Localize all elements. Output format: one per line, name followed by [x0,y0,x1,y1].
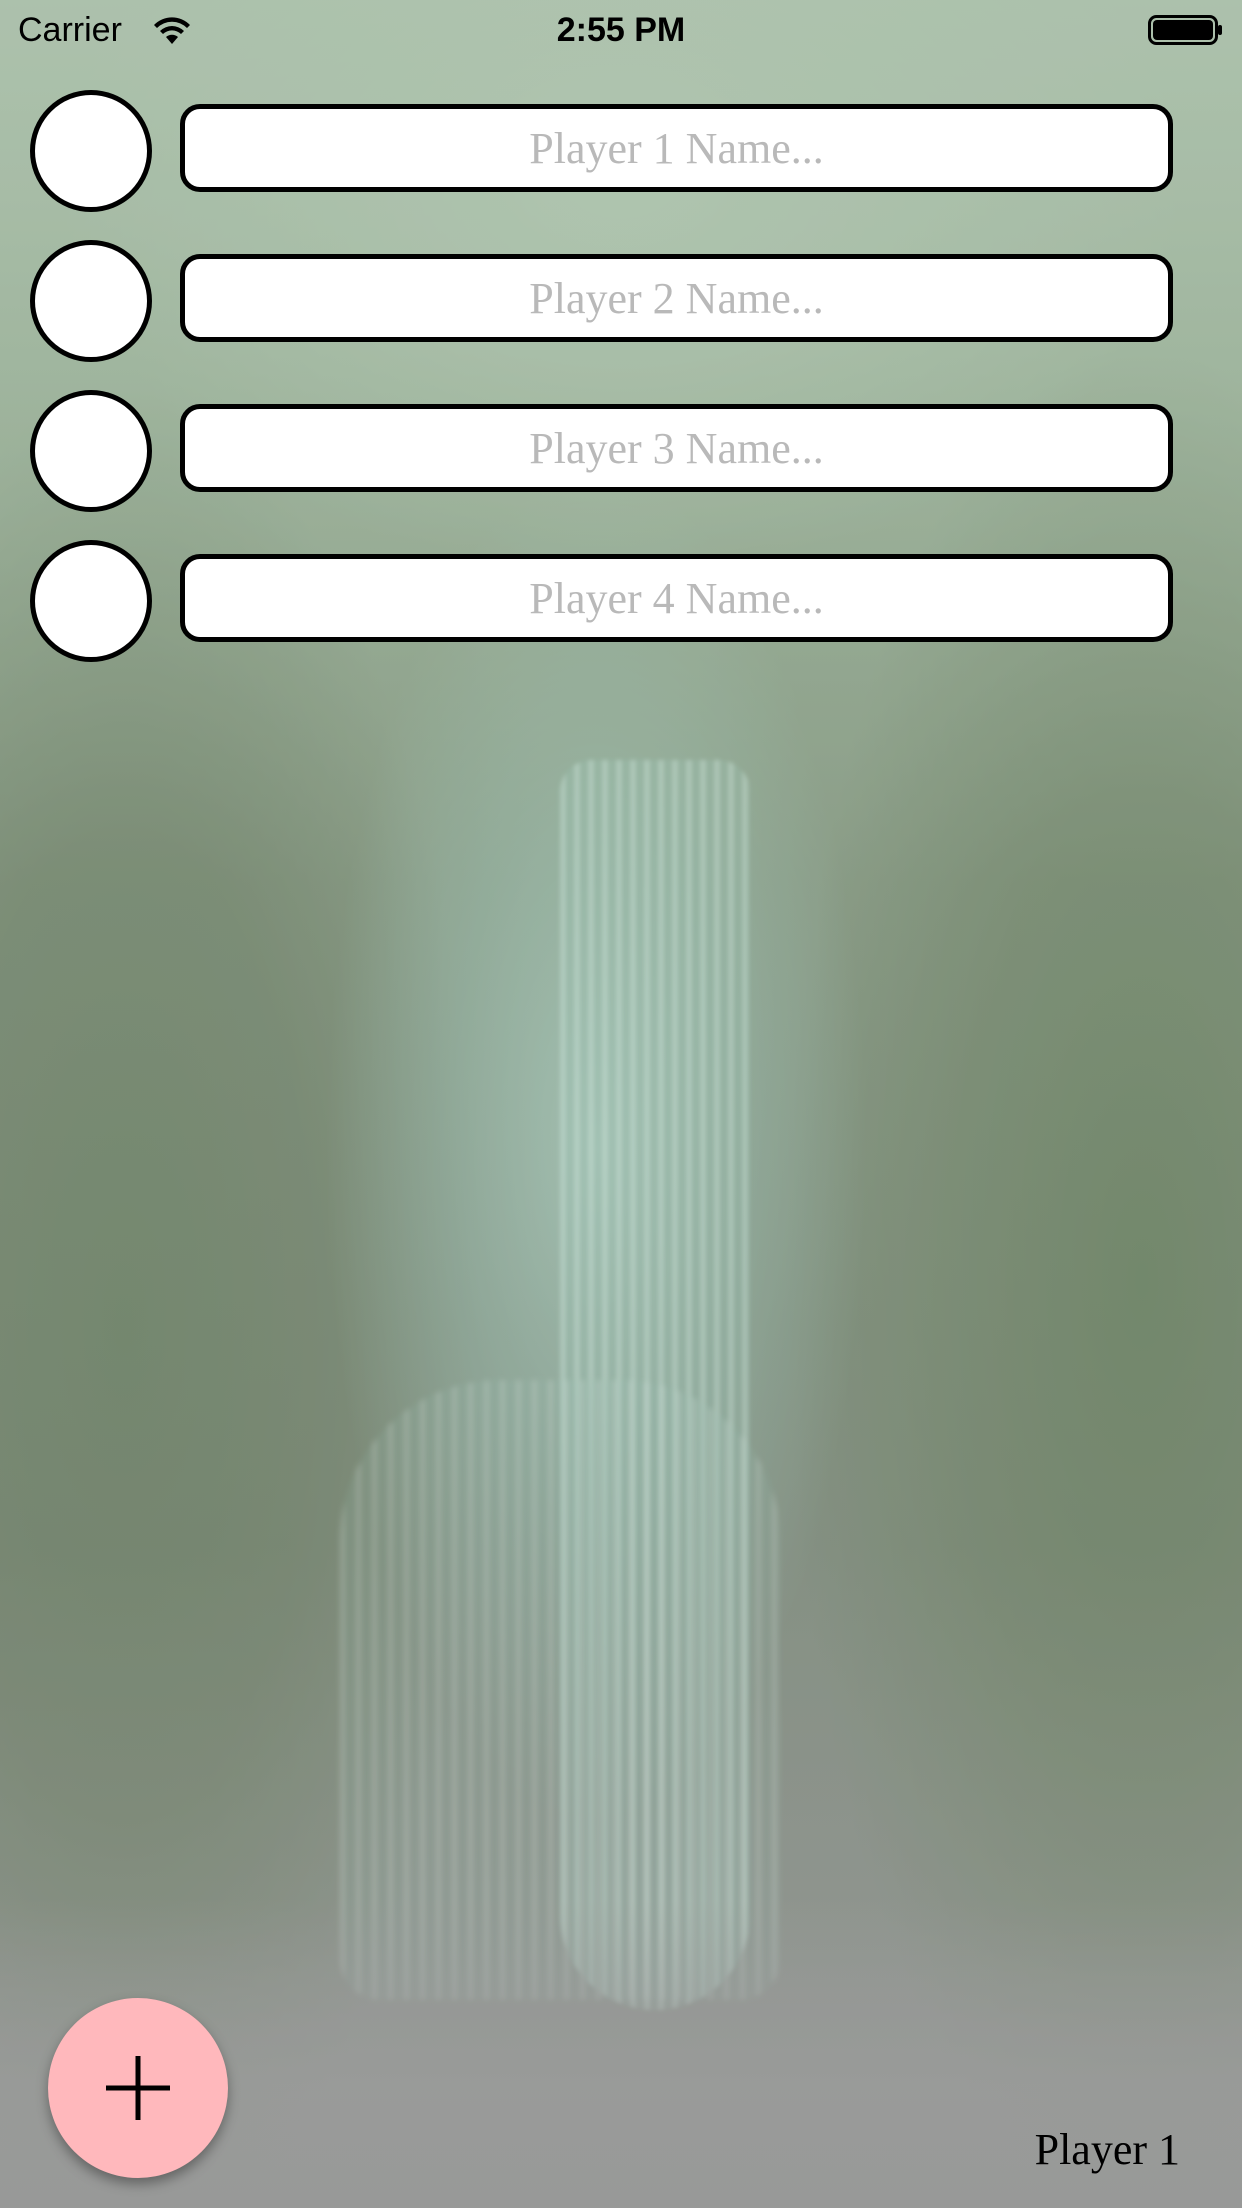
player-4-avatar-button[interactable] [30,540,152,662]
player-3-avatar-button[interactable] [30,390,152,512]
player-row [30,390,1182,512]
player-1-name-input[interactable] [180,104,1173,192]
status-time: 2:55 PM [556,11,686,49]
battery-full-icon [1148,15,1222,45]
player-2-avatar-button[interactable] [30,240,152,362]
player-1-avatar-button[interactable] [30,90,152,212]
player-row [30,240,1182,362]
player-row [30,540,1182,662]
plus-icon [106,2056,170,2120]
player-list [30,90,1182,690]
player-row [30,90,1182,212]
player-3-name-input[interactable] [180,404,1173,492]
status-bar: Carrier 2:55 PM [0,0,1242,60]
add-player-button[interactable] [48,1998,228,2178]
player-4-name-input[interactable] [180,554,1173,642]
current-player-label: Player 1 [1034,2125,1180,2174]
player-2-name-input[interactable] [180,254,1173,342]
